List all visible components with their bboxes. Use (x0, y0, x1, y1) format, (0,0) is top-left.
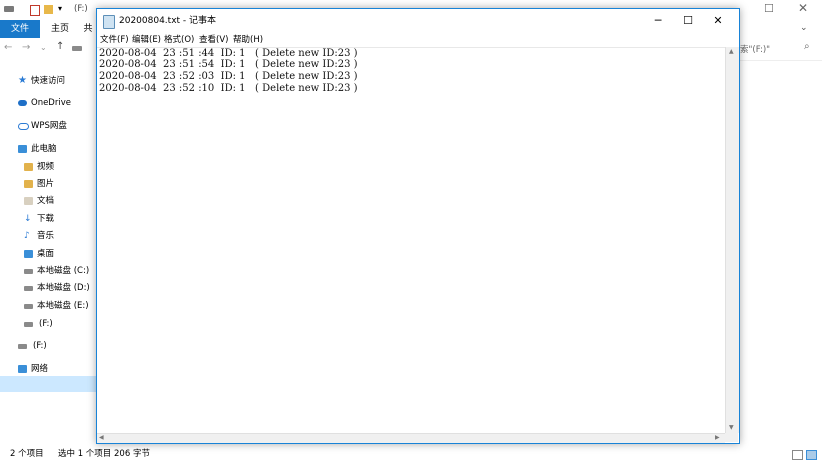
cloud-icon (18, 100, 27, 106)
system-drive-icon (24, 269, 33, 274)
scroll-down-icon[interactable]: ▼ (729, 424, 734, 431)
menu-edit[interactable]: 编辑(E) (132, 33, 161, 47)
explorer-status-bar: 2 个项目 选中 1 个项目 206 字节 (0, 446, 822, 462)
vertical-scrollbar[interactable]: ▲ ▼ (725, 47, 739, 433)
maximize-button[interactable]: ☐ (673, 9, 703, 33)
notepad-icon (103, 15, 115, 29)
notepad-title: 20200804.txt - 记事本 (119, 16, 217, 26)
recent-dropdown-icon[interactable]: ⌄ (40, 43, 47, 52)
ribbon-tab-file[interactable]: 文件 (0, 20, 40, 38)
nav-item-pictures[interactable]: 图片 (0, 176, 96, 192)
search-icon[interactable]: ⌕ (804, 41, 810, 52)
ribbon-tab-home[interactable]: 主页 (42, 20, 78, 38)
menu-format[interactable]: 格式(O) (164, 33, 194, 47)
minimize-button[interactable]: ─ (643, 9, 673, 33)
nav-item-this-pc[interactable]: 此电脑 (0, 141, 96, 157)
nav-item-documents[interactable]: 文档 (0, 193, 96, 209)
pictures-folder-icon (24, 180, 33, 188)
drive-icon (24, 322, 33, 327)
explorer-close-icon[interactable]: ✕ (798, 1, 808, 15)
desktop-folder-icon (24, 250, 33, 258)
notepad-menu-bar: 文件(F) 编辑(E) 格式(O) 查看(V) 帮助(H) (97, 33, 739, 47)
nav-selection-highlight (0, 376, 96, 392)
nav-item-network[interactable]: 网络 (0, 361, 96, 377)
notepad-title-bar[interactable]: 20200804.txt - 记事本 ─ ☐ ✕ (97, 9, 739, 33)
ribbon-expand-icon[interactable]: ⌄ (800, 23, 808, 33)
text-line: 2020-08-04 23 :51 :54 ID: 1 ( Delete new… (99, 59, 358, 70)
address-drive-icon (72, 46, 82, 51)
nav-item-videos[interactable]: 视频 (0, 159, 96, 175)
drive-icon (4, 6, 14, 12)
nav-item-disk-c[interactable]: 本地磁盘 (C:) (0, 263, 96, 279)
video-folder-icon (24, 163, 33, 171)
status-item-count: 2 个项目 (10, 449, 44, 459)
ribbon-tab-share[interactable]: 共 (80, 20, 96, 38)
nav-item-drive-f-root[interactable]: (F:) (0, 338, 96, 354)
resize-grip[interactable] (725, 433, 738, 442)
nav-item-music[interactable]: ♪ 音乐 (0, 228, 96, 244)
nav-item-drive-f[interactable]: (F:) (0, 316, 96, 332)
menu-file[interactable]: 文件(F) (100, 33, 129, 47)
documents-folder-icon (24, 197, 33, 205)
navigation-pane: ★ 快速访问 OneDrive WPS网盘 此电脑 视频 图片 文档 ↓ 下载 … (0, 60, 96, 446)
folder-icon[interactable] (44, 5, 53, 14)
notepad-text-area[interactable]: 2020-08-04 23 :51 :44 ID: 1 ( Delete new… (97, 47, 725, 434)
computer-icon (18, 145, 27, 153)
notepad-window: 20200804.txt - 记事本 ─ ☐ ✕ 文件(F) 编辑(E) 格式(… (96, 8, 740, 444)
nav-item-downloads[interactable]: ↓ 下载 (0, 211, 96, 227)
up-arrow-icon[interactable]: ↑ (56, 41, 64, 52)
music-icon: ♪ (24, 231, 30, 241)
menu-help[interactable]: 帮助(H) (233, 33, 263, 47)
forward-arrow-icon[interactable]: → (22, 42, 30, 53)
nav-item-desktop[interactable]: 桌面 (0, 246, 96, 262)
nav-item-wps[interactable]: WPS网盘 (0, 118, 96, 134)
explorer-maximize-icon[interactable]: ☐ (764, 2, 774, 15)
nav-item-disk-e[interactable]: 本地磁盘 (E:) (0, 298, 96, 314)
close-button[interactable]: ✕ (703, 9, 733, 33)
nav-item-quick-access[interactable]: ★ 快速访问 (0, 73, 96, 89)
explorer-title: (F:) (74, 4, 88, 14)
scroll-left-icon[interactable]: ◀ (99, 434, 104, 441)
scroll-right-icon[interactable]: ▶ (715, 434, 720, 441)
horizontal-scrollbar[interactable]: ◀ ▶ (97, 433, 725, 443)
drive-icon (24, 286, 33, 291)
menu-view[interactable]: 查看(V) (199, 33, 228, 47)
nav-item-onedrive[interactable]: OneDrive (0, 95, 96, 111)
back-arrow-icon[interactable]: ← (4, 42, 12, 53)
nav-item-disk-d[interactable]: 本地磁盘 (D:) (0, 280, 96, 296)
star-icon: ★ (18, 75, 27, 86)
scroll-up-icon[interactable]: ▲ (729, 48, 734, 55)
text-line: 2020-08-04 23 :52 :03 ID: 1 ( Delete new… (99, 71, 358, 82)
text-line: 2020-08-04 23 :52 :10 ID: 1 ( Delete new… (99, 83, 358, 94)
network-icon (18, 365, 27, 373)
wps-cloud-icon (18, 123, 29, 130)
properties-icon[interactable] (30, 5, 40, 16)
drive-icon (24, 304, 33, 309)
status-selected: 选中 1 个项目 206 字节 (58, 449, 150, 459)
large-icons-view-icon[interactable] (806, 450, 817, 460)
search-box-fragment[interactable]: 索"(F:)" (740, 43, 770, 55)
quick-access-dropdown-icon[interactable]: ▾ (58, 4, 62, 13)
drive-icon (18, 344, 27, 349)
details-view-icon[interactable] (792, 450, 803, 460)
download-icon: ↓ (24, 214, 32, 224)
